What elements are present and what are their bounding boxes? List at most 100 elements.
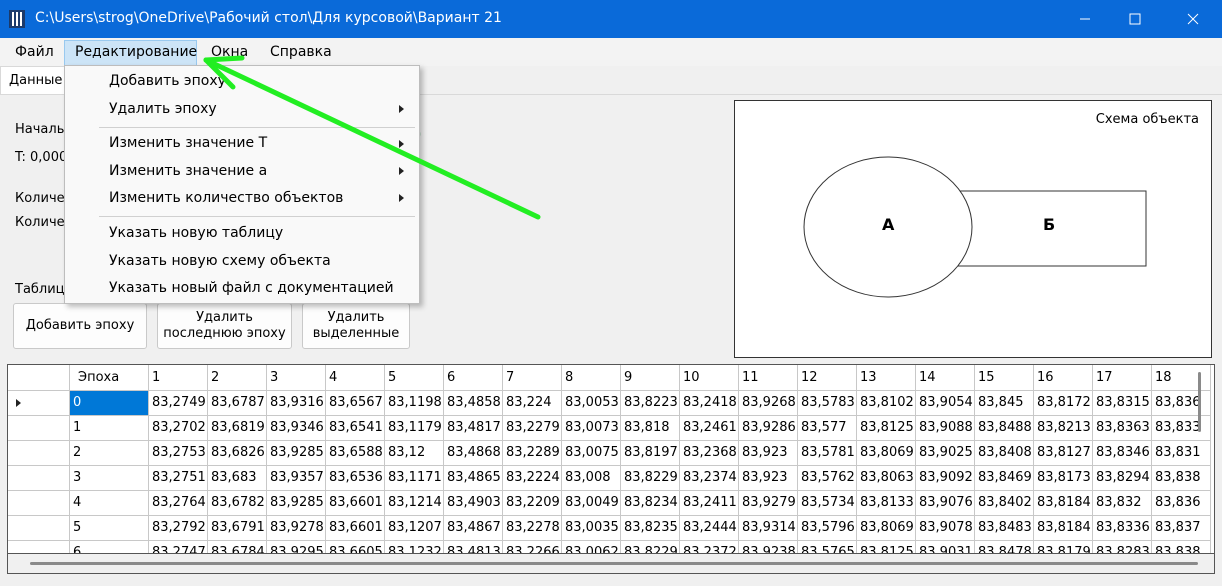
delete-selected-button[interactable]: Удалить выделенные	[302, 303, 410, 349]
data-cell[interactable]: 83,9078	[916, 516, 975, 541]
epoch-data-grid[interactable]: Эпоха 1 2 3 4 5 6 7 8 9 10 11 12 13 14 15 16 17 18 0 83,2749…	[7, 364, 1215, 554]
data-cell[interactable]: 83,8315	[1093, 391, 1152, 416]
data-cell[interactable]: 83,838	[1152, 466, 1211, 491]
data-cell[interactable]: 83,9295	[267, 541, 326, 553]
data-cell[interactable]: 83,9268	[739, 391, 798, 416]
data-cell[interactable]: 83,8483	[975, 516, 1034, 541]
data-cell[interactable]: 83,9346	[267, 416, 326, 441]
column-header[interactable]: 6	[444, 365, 503, 391]
menu-change-object-count[interactable]: Изменить количество объектов	[109, 190, 343, 206]
data-cell[interactable]: 83,8125	[857, 416, 916, 441]
data-cell[interactable]: 83,2209	[503, 491, 562, 516]
data-cell[interactable]: 83,9285	[267, 441, 326, 466]
data-cell[interactable]: 83,838	[1152, 541, 1211, 553]
data-cell[interactable]: 83,8173	[1034, 466, 1093, 491]
column-header[interactable]: 14	[916, 365, 975, 391]
data-cell[interactable]: 83,4868	[444, 441, 503, 466]
data-cell[interactable]: 83,8069	[857, 516, 916, 541]
menu-change-a[interactable]: Изменить значение a	[109, 163, 267, 179]
tab-data[interactable]: Данные	[0, 66, 70, 94]
data-cell[interactable]: 83,2461	[680, 416, 739, 441]
data-cell[interactable]: 83,6541	[326, 416, 385, 441]
data-cell[interactable]: 83,6782	[208, 491, 267, 516]
data-cell[interactable]: 83,4858	[444, 391, 503, 416]
data-cell[interactable]: 83,8235	[621, 516, 680, 541]
data-cell[interactable]: 83,2749	[149, 391, 208, 416]
data-cell[interactable]: 83,8125	[857, 541, 916, 553]
data-cell[interactable]: 83,833	[1152, 416, 1211, 441]
data-cell[interactable]: 83,2764	[149, 491, 208, 516]
data-cell[interactable]: 83,2374	[680, 466, 739, 491]
data-cell[interactable]: 83,2266	[503, 541, 562, 553]
menu-delete-epoch[interactable]: Удалить эпоху	[109, 101, 217, 117]
data-cell[interactable]: 83,8234	[621, 491, 680, 516]
data-cell[interactable]: 83,2444	[680, 516, 739, 541]
epoch-cell[interactable]: 6	[70, 541, 149, 553]
row-header[interactable]	[8, 391, 70, 416]
column-header[interactable]: 3	[267, 365, 326, 391]
data-cell[interactable]: 83,5783	[798, 391, 857, 416]
data-cell[interactable]: 83,9285	[267, 491, 326, 516]
row-header[interactable]	[8, 441, 70, 466]
delete-last-epoch-button[interactable]: Удалить последнюю эпоху	[157, 303, 292, 349]
data-cell[interactable]: 83,845	[975, 391, 1034, 416]
data-cell[interactable]: 83,2702	[149, 416, 208, 441]
maximize-button[interactable]	[1112, 0, 1158, 38]
data-cell[interactable]: 83,8478	[975, 541, 1034, 553]
data-cell[interactable]: 83,923	[739, 441, 798, 466]
menu-edit[interactable]: Редактирование	[75, 44, 197, 60]
data-cell[interactable]: 83,8133	[857, 491, 916, 516]
column-header[interactable]: 16	[1034, 365, 1093, 391]
epoch-cell[interactable]: 0	[70, 391, 149, 416]
data-cell[interactable]: 83,1207	[385, 516, 444, 541]
data-cell[interactable]: 83,008	[562, 466, 621, 491]
data-cell[interactable]: 83,0062	[562, 541, 621, 553]
data-cell[interactable]: 83,6601	[326, 516, 385, 541]
column-header[interactable]: 4	[326, 365, 385, 391]
column-header[interactable]: 15	[975, 365, 1034, 391]
data-cell[interactable]: 83,1171	[385, 466, 444, 491]
data-cell[interactable]: 83,1179	[385, 416, 444, 441]
data-cell[interactable]: 83,8469	[975, 466, 1034, 491]
data-cell[interactable]: 83,4817	[444, 416, 503, 441]
data-cell[interactable]: 83,9076	[916, 491, 975, 516]
menu-add-epoch[interactable]: Добавить эпоху	[109, 73, 226, 89]
data-cell[interactable]: 83,9286	[739, 416, 798, 441]
data-cell[interactable]: 83,6601	[326, 491, 385, 516]
data-cell[interactable]: 83,4867	[444, 516, 503, 541]
column-header[interactable]: 17	[1093, 365, 1152, 391]
column-header[interactable]: 11	[739, 365, 798, 391]
data-cell[interactable]: 83,8408	[975, 441, 1034, 466]
column-header-epoch[interactable]: Эпоха	[70, 365, 149, 391]
menu-help[interactable]: Справка	[270, 44, 332, 60]
column-header[interactable]: 7	[503, 365, 562, 391]
epoch-cell[interactable]: 1	[70, 416, 149, 441]
menu-file[interactable]: Файл	[15, 44, 54, 60]
data-cell[interactable]: 83,9031	[916, 541, 975, 553]
data-cell[interactable]: 83,6567	[326, 391, 385, 416]
data-cell[interactable]: 83,8102	[857, 391, 916, 416]
data-cell[interactable]: 83,5765	[798, 541, 857, 553]
column-header[interactable]: 1	[149, 365, 208, 391]
data-cell[interactable]: 83,6605	[326, 541, 385, 553]
data-cell[interactable]: 83,0073	[562, 416, 621, 441]
row-header[interactable]	[8, 466, 70, 491]
menu-new-schema[interactable]: Указать новую схему объекта	[109, 253, 331, 269]
data-cell[interactable]: 83,8127	[1034, 441, 1093, 466]
column-header[interactable]: 9	[621, 365, 680, 391]
data-cell[interactable]: 83,8069	[857, 441, 916, 466]
data-cell[interactable]: 83,4813	[444, 541, 503, 553]
data-cell[interactable]: 83,8336	[1093, 516, 1152, 541]
data-cell[interactable]: 83,8197	[621, 441, 680, 466]
data-cell[interactable]: 83,2418	[680, 391, 739, 416]
data-cell[interactable]: 83,12	[385, 441, 444, 466]
data-cell[interactable]: 83,8402	[975, 491, 1034, 516]
data-cell[interactable]: 83,4903	[444, 491, 503, 516]
column-header[interactable]: 8	[562, 365, 621, 391]
add-epoch-button[interactable]: Добавить эпоху	[13, 303, 147, 349]
data-cell[interactable]: 83,8363	[1093, 416, 1152, 441]
data-cell[interactable]: 83,6588	[326, 441, 385, 466]
data-cell[interactable]: 83,6826	[208, 441, 267, 466]
data-cell[interactable]: 83,818	[621, 416, 680, 441]
epoch-cell[interactable]: 4	[70, 491, 149, 516]
